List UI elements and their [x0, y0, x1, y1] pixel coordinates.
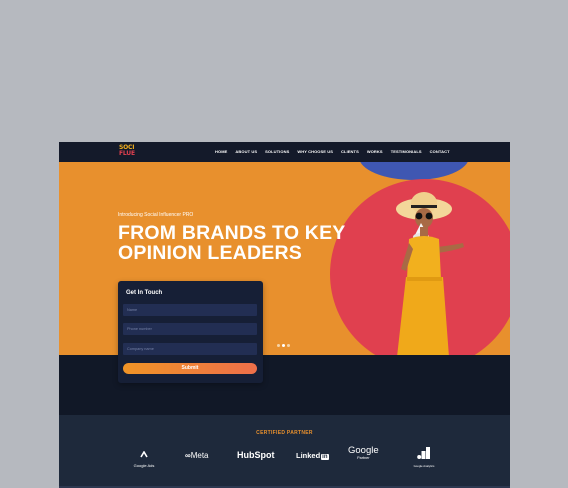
form-title: Get In Touch: [126, 290, 163, 296]
name-placeholder: Name: [127, 308, 138, 312]
nav-solutions[interactable]: SOLUTIONS: [265, 149, 289, 154]
certified-partner-heading: CERTIFIED PARTNER: [256, 430, 313, 436]
hubspot-logo: HubSpot: [237, 450, 275, 460]
google-ads-label: Google Ads: [133, 463, 155, 468]
headline-line-1: FROM BRANDS TO KEY: [118, 222, 346, 244]
linkedin-in-badge: in: [321, 454, 329, 460]
google-analytics-icon: [417, 447, 430, 459]
website-screenshot: SOCI FLUE HOME ABOUT US SOLUTIONS WHY CH…: [59, 142, 510, 488]
google-ads-logo: Google Ads: [129, 445, 159, 468]
nav-about-us[interactable]: ABOUT US: [235, 149, 257, 154]
carousel-dot[interactable]: [287, 344, 290, 347]
headline-line-2: OPINION LEADERS: [118, 242, 302, 264]
contact-form: Get In Touch Name Phone number Company n…: [118, 281, 263, 383]
certified-partners-section: CERTIFIED PARTNER Google Ads ∞Meta HubSp…: [59, 415, 510, 488]
google-label: Google: [348, 445, 379, 456]
google-analytics-label: Google Analytics: [413, 464, 435, 468]
nav-home[interactable]: HOME: [215, 149, 227, 154]
nav-why-choose-us[interactable]: WHY CHOOSE US: [297, 149, 333, 154]
phone-input[interactable]: Phone number: [123, 323, 257, 335]
linkedin-label: Linked: [296, 451, 321, 460]
nav-works[interactable]: WORKS: [367, 149, 383, 154]
nav-links: HOME ABOUT US SOLUTIONS WHY CHOOSE US CL…: [215, 149, 450, 154]
nav-contact[interactable]: CONTACT: [430, 149, 450, 154]
blue-shape: [359, 162, 469, 180]
carousel-dot[interactable]: [277, 344, 280, 347]
nav-clients[interactable]: CLIENTS: [341, 149, 359, 154]
brand-logo[interactable]: SOCI FLUE: [119, 145, 143, 159]
linkedin-logo: Linked in: [296, 451, 329, 460]
hero-headline: FROM BRANDS TO KEY OPINION LEADERS: [118, 223, 346, 263]
google-partner-label: Partner: [357, 456, 370, 460]
phone-placeholder: Phone number: [127, 327, 152, 331]
woman-with-megaphone-image: [396, 192, 464, 355]
google-ads-icon: [140, 450, 148, 458]
carousel-dot-active[interactable]: [282, 344, 285, 347]
nav-testimonials[interactable]: TESTIMONIALS: [391, 149, 422, 154]
meta-logo: ∞Meta: [185, 451, 209, 460]
google-partner-logo: Google Partner: [348, 446, 379, 461]
logo-line-2: FLUE: [119, 150, 135, 157]
hero-eyebrow: Introducing Social Influencer PRO: [118, 212, 194, 218]
name-input[interactable]: Name: [123, 304, 257, 316]
carousel-dots: [277, 344, 290, 347]
submit-button[interactable]: Submit: [123, 363, 257, 374]
google-analytics-logo: Google Analytics: [409, 446, 439, 468]
company-input[interactable]: Company name: [123, 343, 257, 355]
top-navbar: SOCI FLUE HOME ABOUT US SOLUTIONS WHY CH…: [59, 142, 510, 162]
meta-label: Meta: [190, 451, 209, 460]
company-placeholder: Company name: [127, 347, 154, 351]
